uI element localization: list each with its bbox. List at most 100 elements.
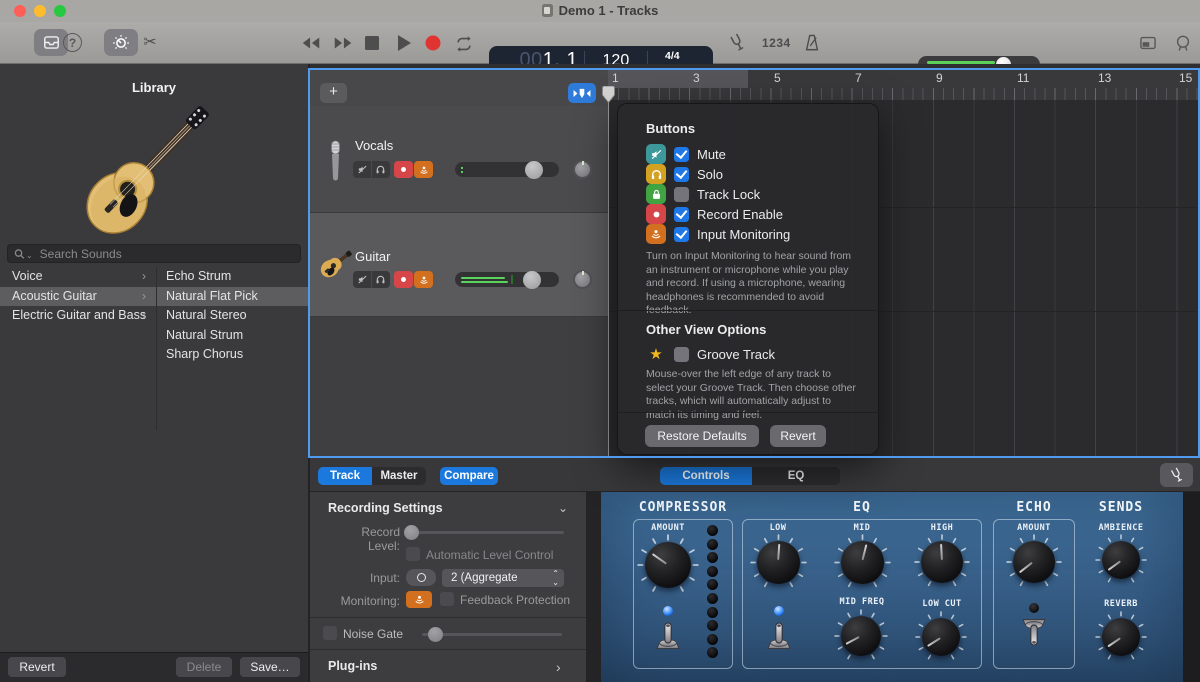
rewind-button[interactable] xyxy=(300,34,322,52)
cycle-button[interactable] xyxy=(454,34,474,54)
input-monitoring-button[interactable] xyxy=(414,161,433,178)
record-enable-checkbox[interactable] xyxy=(674,207,689,222)
add-track-button[interactable]: + xyxy=(320,83,347,103)
echo-power-toggle[interactable] xyxy=(1019,616,1049,648)
patch-echo-strum[interactable]: Echo Strum xyxy=(157,267,308,287)
feedback-protection-checkbox[interactable] xyxy=(440,592,454,606)
feedback-protection-label: Feedback Protection xyxy=(460,593,570,607)
ruler-bar-number: 9 xyxy=(936,71,943,85)
compressor-gain-meter xyxy=(707,525,718,658)
plugins-chevron-icon[interactable]: › xyxy=(556,659,561,675)
compressor-amount-knob[interactable] xyxy=(637,534,699,596)
record-level-slider[interactable] xyxy=(408,531,564,534)
quick-help-button[interactable]: ? xyxy=(63,33,82,52)
eq-low-cut-knob[interactable] xyxy=(915,611,967,663)
input-source-dropdown[interactable]: 2 (Aggregate⌃⌄ xyxy=(442,569,564,587)
category-voice[interactable]: Voice› xyxy=(0,267,156,287)
input-monitoring-button[interactable] xyxy=(414,271,433,288)
note-pad-button[interactable] xyxy=(1138,33,1158,53)
echo-amount-knob[interactable] xyxy=(1006,534,1062,590)
vocals-volume-knob[interactable] xyxy=(525,161,543,179)
library-revert-button[interactable]: Revert xyxy=(8,657,66,677)
sends-reverb-knob[interactable] xyxy=(1095,611,1147,663)
library-save-button[interactable]: Save… xyxy=(240,657,300,677)
groove-star-icon: ★ xyxy=(646,345,666,363)
category-electric-guitar-and-bass[interactable]: Electric Guitar and Bass› xyxy=(0,306,156,326)
tuner-icon-button[interactable] xyxy=(725,30,751,56)
groove-track-checkbox[interactable] xyxy=(674,347,689,362)
loop-browser-button[interactable] xyxy=(1173,33,1193,53)
popover-revert-button[interactable]: Revert xyxy=(770,425,826,447)
record-enable-button[interactable] xyxy=(394,161,413,178)
patch-sharp-chorus[interactable]: Sharp Chorus xyxy=(157,345,308,365)
guitar-mute-solo-group xyxy=(353,271,390,288)
solo-button[interactable] xyxy=(371,161,389,178)
catch-playhead-button[interactable] xyxy=(568,83,596,103)
track-name[interactable]: Vocals xyxy=(355,138,393,153)
monitoring-label: Monitoring: xyxy=(329,594,400,608)
solo-checkbox[interactable] xyxy=(674,167,689,182)
mute-button[interactable] xyxy=(353,161,371,178)
solo-button[interactable] xyxy=(371,271,389,288)
record-button[interactable] xyxy=(425,35,441,51)
fast-forward-button[interactable] xyxy=(332,34,354,52)
track-header-guitar[interactable]: Guitar xyxy=(310,213,608,317)
compressor-power-toggle[interactable] xyxy=(653,620,683,652)
guitar-volume-slider[interactable] xyxy=(455,272,559,287)
tab-controls[interactable]: Controls xyxy=(660,467,752,485)
collapse-chevron-icon[interactable]: ⌄ xyxy=(558,501,568,515)
patch-natural-flat-pick[interactable]: Natural Flat Pick xyxy=(157,287,308,307)
record-enable-button[interactable] xyxy=(394,271,413,288)
search-scope-chevron-icon[interactable]: ⌄ xyxy=(26,251,33,260)
controls-eq-segmented: Controls EQ xyxy=(660,467,840,485)
track-header-column: + Vocals xyxy=(310,70,608,458)
playhead[interactable] xyxy=(601,86,616,103)
timeline-ruler[interactable]: 1 3 5 7 9 11 13 15 xyxy=(608,70,1200,100)
compressor-power-led xyxy=(663,606,673,616)
editors-scissors-button[interactable]: ✂ xyxy=(140,32,160,52)
record-level-knob[interactable] xyxy=(404,525,419,540)
tuner-button[interactable] xyxy=(1160,463,1193,487)
stop-button[interactable] xyxy=(365,36,379,50)
patch-natural-stereo[interactable]: Natural Stereo xyxy=(157,306,308,326)
noise-gate-knob[interactable] xyxy=(428,627,443,642)
search-input[interactable] xyxy=(38,246,294,262)
input-label: Input: xyxy=(350,571,400,585)
mute-checkbox[interactable] xyxy=(674,147,689,162)
noise-gate-slider[interactable] xyxy=(422,633,562,636)
vocals-pan-knob[interactable] xyxy=(573,160,592,179)
smart-controls-button[interactable] xyxy=(104,29,138,56)
eq-mid-freq-knob[interactable] xyxy=(834,609,888,663)
noise-gate-checkbox[interactable] xyxy=(323,626,337,640)
count-in-button[interactable]: 1234 xyxy=(762,36,791,50)
input-monitoring-checkbox[interactable] xyxy=(674,227,689,242)
track-lock-checkbox[interactable] xyxy=(674,187,689,202)
guitar-volume-knob[interactable] xyxy=(523,271,541,289)
search-sounds-field[interactable]: ⌄ xyxy=(7,244,301,263)
metronome-button[interactable] xyxy=(802,33,822,53)
mute-button[interactable] xyxy=(353,271,371,288)
eq-mid-knob[interactable] xyxy=(834,534,891,591)
vocals-volume-slider[interactable] xyxy=(455,162,559,177)
tab-eq[interactable]: EQ xyxy=(752,467,840,485)
patch-natural-strum[interactable]: Natural Strum xyxy=(157,326,308,346)
toolbar: ? ✂ 001. 1 BAR BEAT 120 TEMPO 4/4 Cmaj xyxy=(0,22,1200,64)
play-button[interactable] xyxy=(396,34,412,52)
category-acoustic-guitar[interactable]: Acoustic Guitar› xyxy=(0,287,156,307)
guitar-pan-knob[interactable] xyxy=(573,270,592,289)
monitoring-toggle-button[interactable] xyxy=(406,591,432,608)
eq-low-knob[interactable] xyxy=(750,534,807,591)
compare-button[interactable]: Compare xyxy=(440,467,498,485)
tab-master[interactable]: Master xyxy=(372,467,426,485)
tab-track[interactable]: Track xyxy=(318,467,372,485)
auto-level-checkbox[interactable] xyxy=(406,547,420,561)
eq-power-toggle[interactable] xyxy=(764,620,794,652)
track-header-vocals[interactable]: Vocals xyxy=(310,106,608,213)
sends-ambience-knob[interactable] xyxy=(1095,534,1147,586)
record-enable-icon xyxy=(646,204,666,224)
input-format-button[interactable] xyxy=(406,569,436,586)
restore-defaults-button[interactable]: Restore Defaults xyxy=(645,425,759,447)
track-name[interactable]: Guitar xyxy=(355,249,390,264)
eq-high-knob[interactable] xyxy=(914,534,970,590)
library-delete-button[interactable]: Delete xyxy=(176,657,232,677)
